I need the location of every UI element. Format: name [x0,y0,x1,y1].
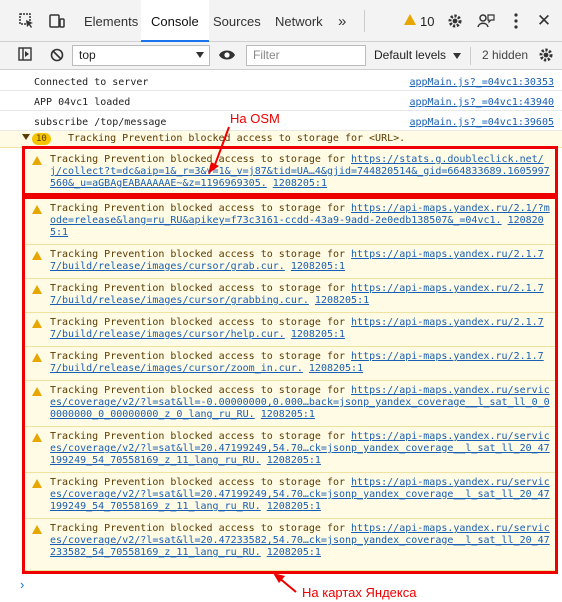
log-text: Connected to server [34,77,149,88]
osm-annotation-label: На OSM [230,111,280,126]
console-toolbar: top Filter Default levels 2 hidden [0,42,562,70]
warning-source-link[interactable]: 1208205:1 [291,329,345,340]
log-text: subscribe /top/message [34,117,167,128]
log-text: APP 04vc1 loaded [34,97,131,108]
console-prompt[interactable]: › [20,577,24,592]
warning-message: Tracking Prevention blocked access to st… [22,199,558,245]
warning-message: Tracking Prevention blocked access to st… [22,473,558,519]
log-levels-label: Default levels [374,48,447,62]
warning-icon [32,479,42,488]
tab-elements[interactable]: Elements [74,0,148,42]
warning-group-count: 10 [32,133,51,145]
warning-group-header[interactable]: 10 Tracking Prevention blocked access to… [0,131,562,148]
warning-icon [32,319,42,328]
log-source-link[interactable]: appMain.js?_=04vc1:43940 [410,97,555,108]
sidebar-toggle-icon[interactable] [18,47,34,63]
more-options-icon[interactable] [507,12,525,30]
inspect-element-icon[interactable] [18,12,36,30]
expand-arrow-icon[interactable] [22,134,30,140]
log-source-link[interactable]: appMain.js?_=04vc1:30353 [410,77,555,88]
warning-icon [32,525,42,534]
warning-icon [32,353,42,362]
warning-icon [32,285,42,294]
warning-message: Tracking Prevention blocked access to st… [22,150,558,196]
osm-annotation-arrow [208,126,230,174]
warning-text: Tracking Prevention blocked access to st… [50,154,352,165]
warning-text: Tracking Prevention blocked access to st… [50,523,352,534]
tab-sources[interactable]: Sources [203,0,271,42]
log-source-link[interactable]: appMain.js?_=04vc1:39605 [410,117,555,128]
tab-network[interactable]: Network [265,0,333,42]
hidden-count: 2 hidden [482,48,529,62]
warning-text: Tracking Prevention blocked access to st… [50,477,352,488]
warning-icon [32,205,42,214]
warning-text: Tracking Prevention blocked access to st… [50,283,352,294]
divider [364,10,365,32]
warning-text: Tracking Prevention blocked access to st… [50,385,352,396]
warning-source-link[interactable]: 1208205:1 [261,409,315,420]
warning-text: Tracking Prevention blocked access to st… [50,249,352,260]
divider [470,47,471,65]
warning-message: Tracking Prevention blocked access to st… [22,245,558,279]
warning-message: Tracking Prevention blocked access to st… [22,347,558,381]
warning-message: Tracking Prevention blocked access to st… [22,519,558,571]
clear-console-icon[interactable] [50,48,64,65]
warning-text: Tracking Prevention blocked access to st… [50,203,352,214]
warning-text: Tracking Prevention blocked access to st… [50,317,352,328]
log-line: APP 04vc1 loaded appMain.js?_=04vc1:4394… [0,91,562,111]
warning-icon [32,156,42,165]
warning-text: Tracking Prevention blocked access to st… [50,431,352,442]
yandex-annotation-arrow [273,573,297,593]
more-tabs-button[interactable]: » [328,0,356,42]
warning-text: Tracking Prevention blocked access to st… [50,351,352,362]
log-line: subscribe /top/message appMain.js?_=04vc… [0,111,562,131]
warning-message: Tracking Prevention blocked access to st… [22,313,558,347]
warning-group-text: Tracking Prevention blocked access to st… [68,133,406,144]
warning-source-link[interactable]: 1208205:1 [267,501,321,512]
log-levels-dropdown[interactable]: Default levels [374,48,462,62]
warning-source-link[interactable]: 1208205:1 [273,178,327,189]
warning-icon [32,433,42,442]
tab-console[interactable]: Console [141,0,209,42]
warning-message: Tracking Prevention blocked access to st… [22,381,558,427]
warning-message: Tracking Prevention blocked access to st… [22,427,558,473]
close-icon[interactable]: ✕ [535,11,553,30]
gear-icon[interactable] [446,12,464,30]
chevron-down-icon [196,52,204,58]
device-toolbar-icon[interactable] [48,12,66,30]
filter-input[interactable]: Filter [246,45,366,66]
warning-source-link[interactable]: 1208205:1 [291,261,345,272]
warning-message: Tracking Prevention blocked access to st… [22,279,558,313]
warning-source-link[interactable]: 1208205:1 [267,547,321,558]
devtools-tabbar: Elements Console Sources Network » 10 ✕ [0,0,562,42]
warning-icon [32,387,42,396]
warning-source-link[interactable]: 1208205:1 [267,455,321,466]
yandex-annotation-label: На картах Яндекса [302,585,417,600]
feedback-icon[interactable] [477,12,495,30]
eye-icon[interactable] [218,48,236,65]
warning-icon[interactable] [404,14,416,25]
chevron-down-icon [453,52,462,59]
log-line: Connected to server appMain.js?_=04vc1:3… [0,71,562,91]
warning-source-link[interactable]: 1208205:1 [315,295,369,306]
warning-source-link[interactable]: 1208205:1 [309,363,363,374]
context-select-value: top [79,48,96,62]
console-settings-icon[interactable] [538,47,554,66]
warning-icon [32,251,42,260]
context-select[interactable]: top [72,45,210,66]
warning-count[interactable]: 10 [420,14,434,29]
